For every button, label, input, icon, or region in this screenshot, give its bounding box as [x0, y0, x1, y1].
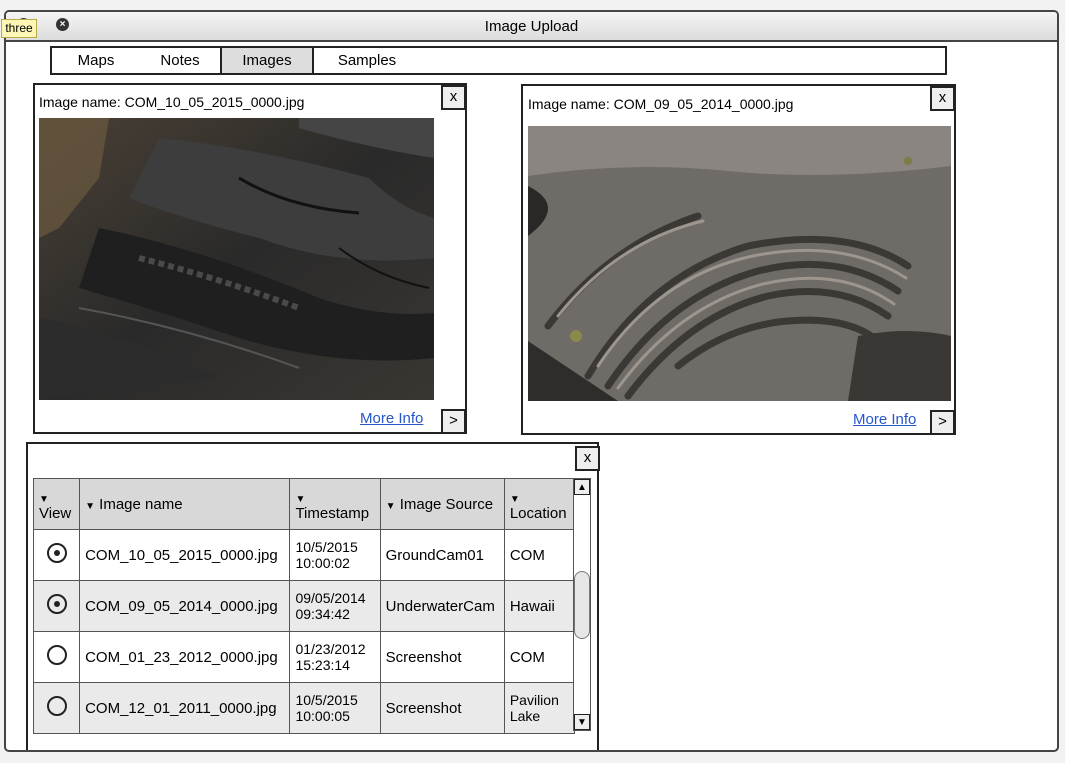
tooltip: three [1, 19, 37, 38]
image-name-cell: COM_12_01_2011_0000.jpg [79, 682, 291, 734]
table-scrollbar[interactable]: ▲ ▼ [573, 478, 591, 731]
close-panel-button[interactable]: x [441, 85, 466, 110]
timestamp-cell: 01/23/2012 15:23:14 [289, 631, 381, 683]
lava-rock-photo [39, 118, 434, 400]
column-header-image-name[interactable]: ▼ Image name [79, 478, 291, 530]
image-upload-window: Image Upload – × Maps Notes Images Sampl… [4, 10, 1059, 752]
image-source-cell: Screenshot [379, 682, 505, 734]
tab-images[interactable]: Images [220, 48, 314, 73]
image-source-cell: UnderwaterCam [379, 580, 505, 632]
tab-maps[interactable]: Maps [52, 48, 140, 73]
location-cell: COM [503, 529, 576, 581]
table-row[interactable]: COM_09_05_2014_0000.jpg 09/05/2014 09:34:… [32, 580, 576, 632]
close-panel-button[interactable]: x [930, 86, 955, 111]
location-cell: COM [503, 631, 576, 683]
timestamp-cell: 09/05/2014 09:34:42 [289, 580, 381, 632]
column-header-location[interactable]: ▼ Location [503, 478, 576, 530]
tab-notes[interactable]: Notes [140, 48, 220, 73]
image-name-label: Image name: COM_10_05_2015_0000.jpg [39, 94, 305, 110]
timestamp-cell: 10/5/2015 10:00:05 [289, 682, 381, 734]
column-header-image-source[interactable]: ▼ Image Source [379, 478, 505, 530]
lava-flow-photo [528, 126, 951, 401]
view-radio[interactable] [47, 543, 68, 563]
table-row[interactable]: COM_10_05_2015_0000.jpg 10/5/2015 10:00:0… [32, 529, 576, 581]
image-name-cell: COM_10_05_2015_0000.jpg [79, 529, 291, 581]
view-radio[interactable] [47, 696, 68, 716]
image-name-label: Image name: COM_09_05_2014_0000.jpg [528, 96, 794, 112]
view-radio[interactable] [47, 594, 68, 614]
next-image-button[interactable]: > [441, 409, 466, 434]
scroll-down-arrow[interactable]: ▼ [574, 714, 590, 730]
table-row[interactable]: COM_12_01_2011_0000.jpg 10/5/2015 10:00:0… [32, 682, 576, 734]
scroll-up-arrow[interactable]: ▲ [574, 479, 590, 495]
scroll-thumb[interactable] [574, 571, 590, 639]
close-window-button[interactable]: × [56, 18, 69, 31]
location-cell: Pavilion Lake [503, 682, 576, 734]
more-info-link[interactable]: More Info [360, 410, 423, 427]
view-radio[interactable] [47, 645, 68, 665]
image-source-cell: GroundCam01 [379, 529, 505, 581]
title-bar: Image Upload – × [6, 12, 1057, 42]
image-name-cell: COM_01_23_2012_0000.jpg [79, 631, 291, 683]
tab-bar: Maps Notes Images Samples [50, 46, 947, 75]
image-source-cell: Screenshot [379, 631, 505, 683]
image-panel-2: Image name: COM_09_05_2014_0000.jpg x Mo… [521, 84, 956, 435]
column-header-view[interactable]: ▼ View [32, 478, 81, 530]
more-info-link[interactable]: More Info [853, 411, 916, 428]
timestamp-cell: 10/5/2015 10:00:02 [289, 529, 381, 581]
image-panel-1: Image name: COM_10_05_2015_0000.jpg x Mo… [33, 83, 467, 434]
image-table: ▼ View ▼ Image name ▼ Timestamp ▼ Image So… [32, 478, 576, 734]
tab-samples[interactable]: Samples [314, 48, 420, 73]
column-header-timestamp[interactable]: ▼ Timestamp [289, 478, 381, 530]
image-name-cell: COM_09_05_2014_0000.jpg [79, 580, 291, 632]
next-image-button[interactable]: > [930, 410, 955, 435]
location-cell: Hawaii [503, 580, 576, 632]
window-title: Image Upload [484, 18, 579, 35]
image-list-panel: x ▼ View ▼ Image name ▼ Timestamp ▼ Image … [26, 442, 600, 750]
table-row[interactable]: COM_01_23_2012_0000.jpg 01/23/2012 15:23:… [32, 631, 576, 683]
close-list-button[interactable]: x [575, 446, 600, 471]
